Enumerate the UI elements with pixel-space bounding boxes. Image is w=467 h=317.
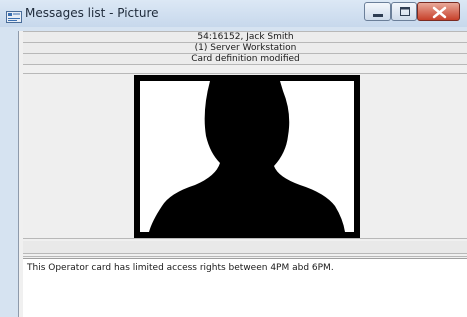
window-title: Messages list - Picture (25, 6, 159, 20)
close-button[interactable] (417, 2, 460, 21)
event-row: Card definition modified (23, 53, 467, 65)
workstation-row: (1) Server Workstation (23, 42, 467, 53)
title-bar[interactable]: Messages list - Picture (0, 0, 467, 27)
maximize-button[interactable] (391, 2, 417, 21)
card-user-text: 54:16152, Jack Smith (197, 32, 294, 42)
person-silhouette-icon (149, 81, 345, 232)
workstation-text: (1) Server Workstation (194, 43, 297, 53)
divider (23, 256, 467, 257)
cardholder-photo-frame (134, 75, 360, 238)
messages-list-window: Messages list - Picture 54:16152, Jack S… (0, 0, 467, 317)
picture-area (23, 73, 467, 239)
separator-row (23, 241, 467, 254)
messages-list-icon (6, 8, 22, 23)
message-detail-panel: 54:16152, Jack Smith (1) Server Workstat… (18, 31, 467, 317)
maximize-icon (400, 7, 410, 16)
message-text-area[interactable]: This Operator card has limited access ri… (23, 258, 467, 317)
minimize-icon (373, 14, 383, 17)
card-user-row: 54:16152, Jack Smith (23, 31, 467, 42)
message-text: This Operator card has limited access ri… (27, 263, 334, 273)
minimize-button[interactable] (364, 2, 391, 21)
close-icon (432, 6, 447, 19)
event-text: Card definition modified (191, 54, 300, 64)
cardholder-photo (140, 81, 354, 232)
